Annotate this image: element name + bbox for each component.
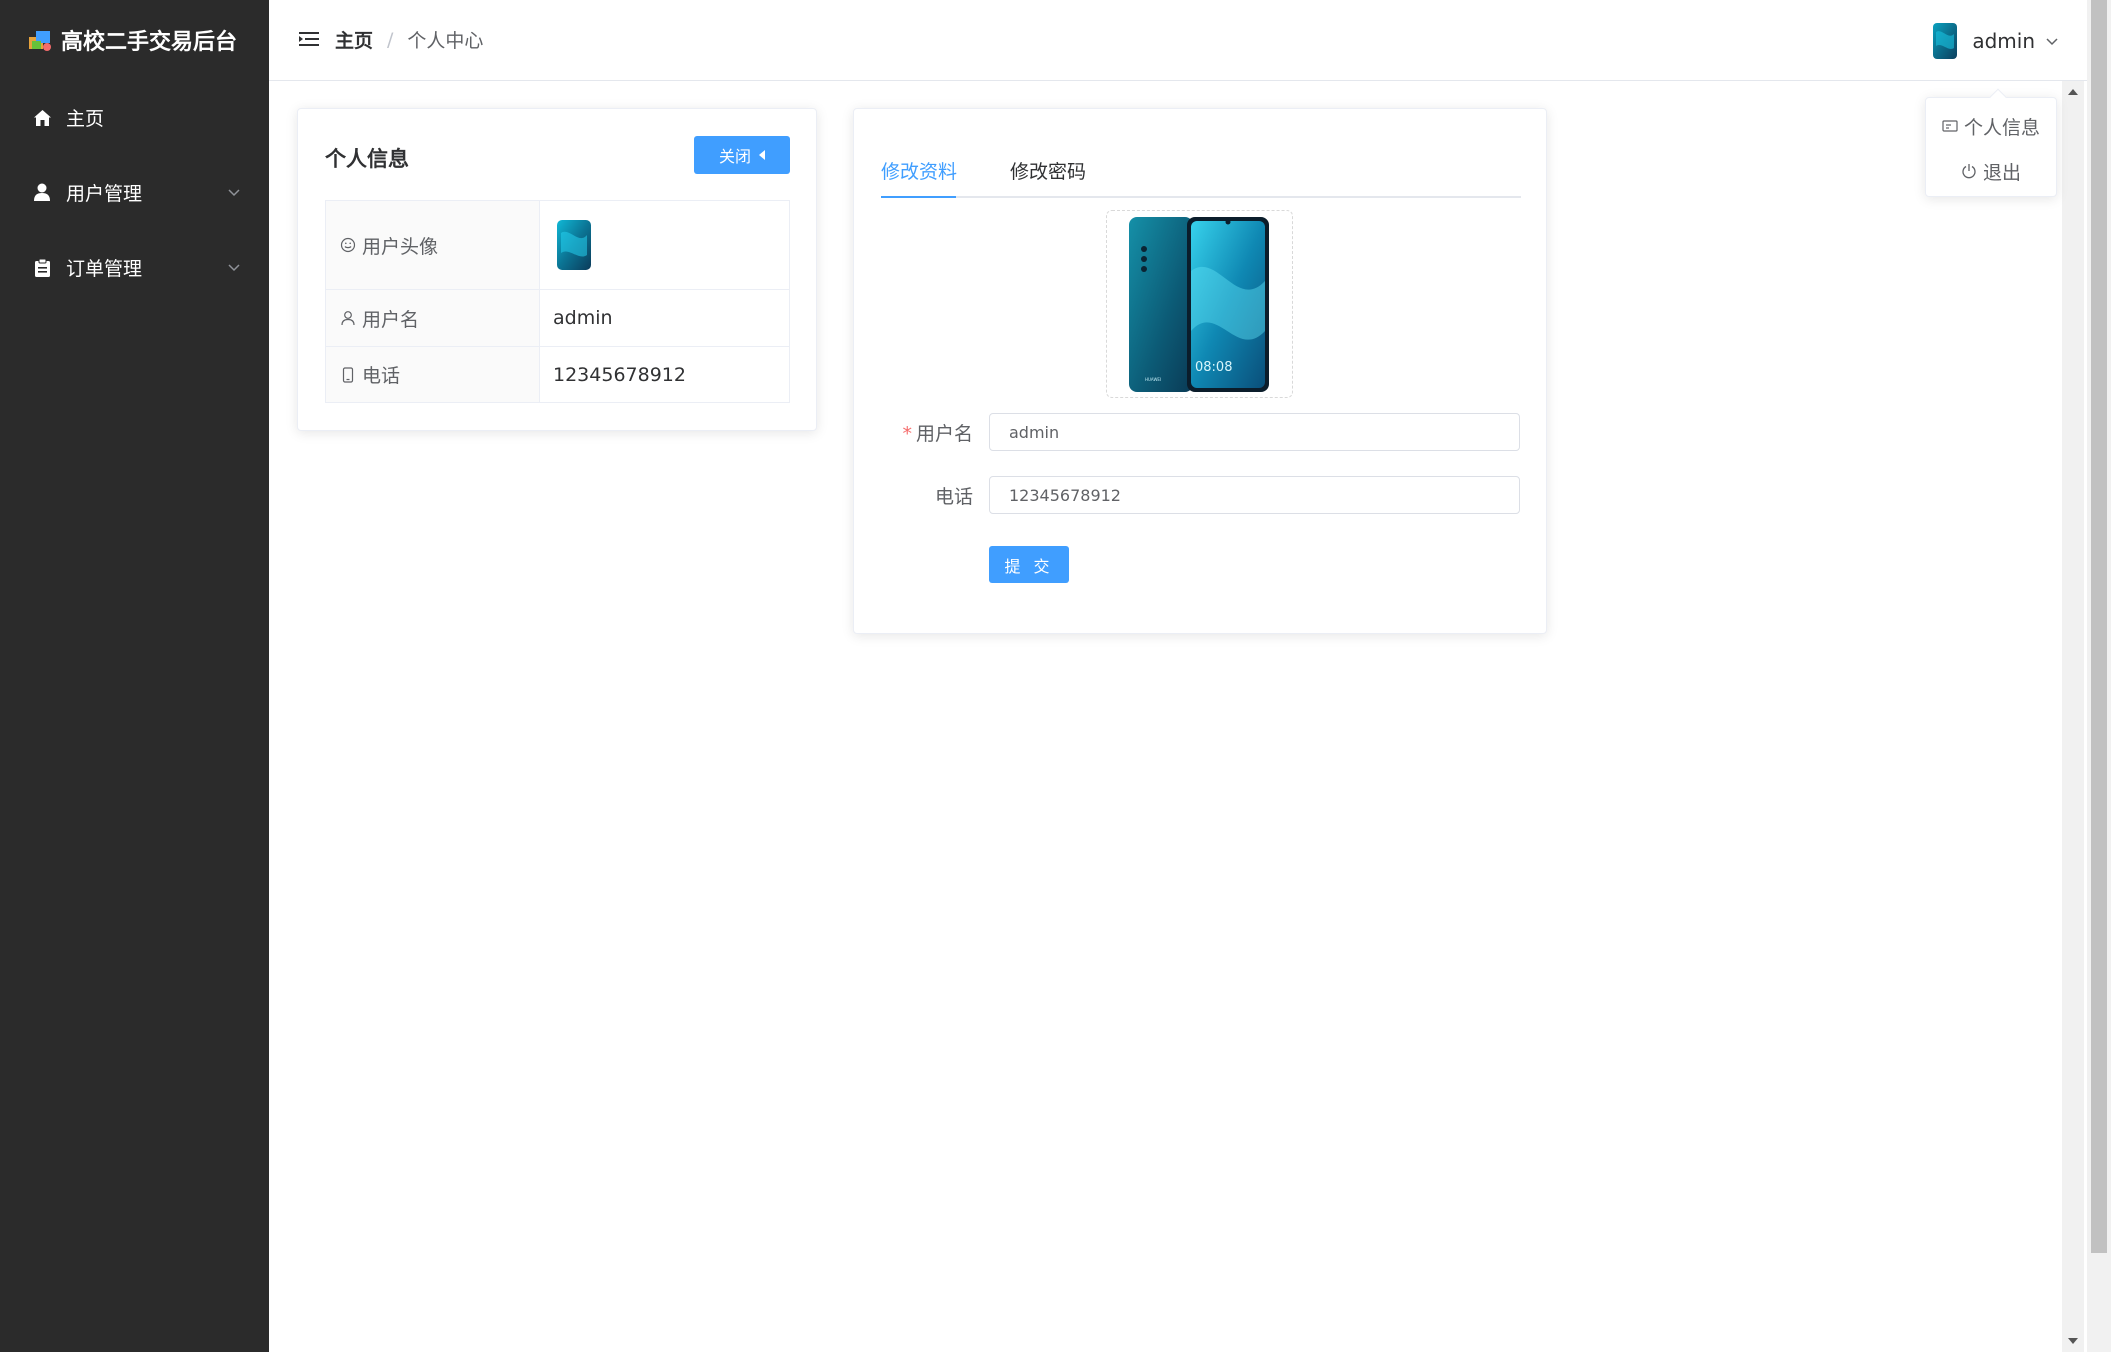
breadcrumb-current: 个人中心	[407, 30, 484, 52]
caret-left-icon	[759, 150, 765, 160]
dropdown-item-label: 退出	[1982, 161, 2021, 184]
user-menu-trigger[interactable]: admin	[1930, 22, 2059, 60]
clipboard-icon	[32, 258, 52, 278]
sidebar-item-home[interactable]: 主页	[0, 80, 269, 155]
phone-image: HUAWEI 08:08	[1129, 217, 1269, 392]
username-label: admin	[1972, 29, 2035, 53]
dropdown-item-profile[interactable]: 个人信息	[1926, 106, 2056, 146]
scrollbar-thumb[interactable]	[2091, 0, 2107, 1253]
avatar-uploader[interactable]: HUAWEI 08:08	[1106, 210, 1293, 398]
app-title: 高校二手交易后台	[61, 30, 238, 55]
breadcrumb: 主页 / 个人中心	[335, 26, 483, 53]
avatar	[1933, 23, 1958, 59]
profile-table: 用户头像 用户名 admin 电话 12345678912	[325, 200, 790, 403]
row-label: 用户头像	[362, 235, 439, 258]
sidebar-item-user-management[interactable]: 用户管理	[0, 155, 269, 230]
phone-label: 电话	[934, 485, 973, 508]
menu-toggle-icon[interactable]	[299, 30, 319, 48]
phone-row: 电话	[881, 475, 1521, 515]
close-button-label: 关闭	[718, 147, 751, 166]
chevron-down-icon	[2046, 38, 2058, 46]
dropdown-item-logout[interactable]: 退出	[1926, 151, 2056, 191]
brand: 高校二手交易后台	[0, 0, 269, 80]
chevron-down-icon	[228, 263, 240, 271]
svg-text:HUAWEI: HUAWEI	[1145, 377, 1161, 382]
table-row: 电话 12345678912	[325, 346, 790, 403]
phone-icon	[342, 366, 354, 383]
dropdown-arrow	[1989, 88, 2007, 106]
phone-screen-time: 08:08	[1195, 360, 1232, 375]
sidebar-item-label: 主页	[66, 108, 105, 130]
profile-card: 个人信息 关闭 用户头像 用户名 admin 电话 12345678912	[297, 108, 817, 431]
window-scrollbar[interactable]	[2087, 0, 2111, 1352]
sidebar-item-label: 用户管理	[66, 183, 143, 205]
edit-profile-card: 修改资料 修改密码 HUAWEI 08:08 *用户名 电话 提 交	[853, 108, 1547, 634]
row-label: 用户名	[362, 308, 420, 331]
scroll-up-icon[interactable]	[2068, 89, 2078, 95]
tab-change-password[interactable]: 修改密码	[1010, 157, 1086, 184]
content-scrollbar[interactable]	[2062, 81, 2084, 1352]
phone-input[interactable]	[989, 476, 1520, 514]
tabs: 修改资料 修改密码	[881, 149, 1521, 198]
sidebar-item-label: 订单管理	[66, 258, 143, 280]
home-icon	[32, 108, 52, 128]
breadcrumb-separator: /	[387, 28, 394, 51]
profile-card-title: 个人信息	[325, 147, 409, 171]
required-mark: *	[902, 422, 912, 445]
scroll-down-icon[interactable]	[2068, 1338, 2078, 1344]
avatar	[557, 220, 591, 270]
tab-active-indicator	[881, 196, 956, 198]
close-button[interactable]: 关闭	[694, 136, 790, 174]
id-card-icon	[1942, 120, 1958, 132]
table-row: 用户名 admin	[325, 289, 790, 347]
submit-button[interactable]: 提 交	[989, 546, 1069, 583]
row-value: 12345678912	[539, 346, 790, 403]
smile-icon	[340, 237, 356, 253]
sidebar-item-order-management[interactable]: 订单管理	[0, 230, 269, 305]
username-label: 用户名	[915, 422, 973, 445]
breadcrumb-home[interactable]: 主页	[335, 26, 373, 53]
top-header: 主页 / 个人中心 admin	[269, 0, 2087, 81]
dropdown-item-label: 个人信息	[1963, 116, 2040, 139]
user-dropdown-menu: 个人信息 退出	[1925, 88, 2057, 197]
chevron-down-icon	[228, 188, 240, 196]
row-value: admin	[539, 289, 790, 347]
username-input[interactable]	[989, 413, 1520, 451]
logo-icon	[29, 31, 51, 51]
user-outline-icon	[341, 311, 355, 326]
row-label: 电话	[362, 365, 401, 387]
user-icon	[32, 183, 52, 203]
sidebar: 高校二手交易后台 主页 用户管理 订单管理	[0, 0, 269, 1352]
tab-edit-profile[interactable]: 修改资料	[881, 157, 957, 184]
table-row: 用户头像	[325, 200, 790, 290]
username-row: * 用户名	[881, 412, 1521, 452]
power-icon	[1962, 164, 1976, 179]
